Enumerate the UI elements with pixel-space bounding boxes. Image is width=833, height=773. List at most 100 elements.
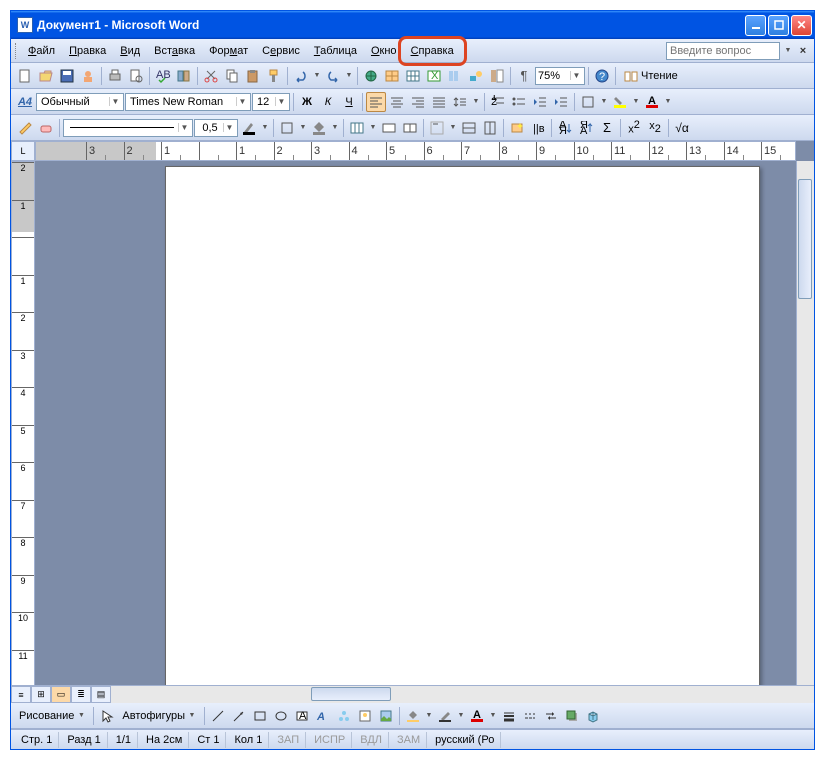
vertical-scrollbar[interactable] (796, 161, 814, 685)
oval-button[interactable] (271, 706, 291, 726)
format-painter-button[interactable] (264, 66, 284, 86)
drawing-menu-button[interactable]: Рисование▼ (15, 706, 90, 726)
decrease-indent-button[interactable] (530, 92, 550, 112)
style-combo[interactable]: Обычный▼ (36, 93, 124, 111)
eraser-button[interactable] (36, 118, 56, 138)
minimize-button[interactable] (745, 15, 766, 36)
underline-button[interactable]: Ч (339, 92, 359, 112)
cut-button[interactable] (201, 66, 221, 86)
bullets-button[interactable] (509, 92, 529, 112)
horizontal-scrollbar[interactable] (111, 686, 814, 703)
arrow-button[interactable] (229, 706, 249, 726)
scrollbar-thumb[interactable] (311, 687, 391, 701)
status-ext[interactable]: ВДЛ (354, 732, 389, 748)
align-center-button[interactable] (387, 92, 407, 112)
horizontal-ruler[interactable]: 3 2 1 1 2 3 4 5 6 7 8 9 10 11 12 13 14 1… (35, 141, 796, 161)
increase-indent-button[interactable] (551, 92, 571, 112)
line-spacing-button[interactable] (450, 92, 470, 112)
styles-pane-button[interactable]: A4 (15, 92, 35, 112)
research-button[interactable] (174, 66, 194, 86)
redo-dropdown[interactable]: ▼ (344, 72, 354, 79)
align-left-button[interactable] (366, 92, 386, 112)
ruler-corner[interactable]: L (11, 141, 35, 161)
clipart-button[interactable] (355, 706, 375, 726)
outside-border-button[interactable] (277, 118, 297, 138)
dash-style-button[interactable] (520, 706, 540, 726)
menu-insert[interactable]: Вставка (147, 42, 202, 60)
cell-align-dropdown[interactable]: ▼ (448, 124, 458, 131)
merge-cells-button[interactable] (379, 118, 399, 138)
insert-table-button2[interactable] (347, 118, 367, 138)
autoformat-button[interactable] (507, 118, 527, 138)
text-direction-button[interactable]: ||в (528, 118, 548, 138)
highlight-button[interactable] (610, 92, 630, 112)
line-color-button[interactable] (435, 706, 455, 726)
excel-button[interactable]: X (424, 66, 444, 86)
show-formatting-button[interactable]: ¶ (514, 66, 534, 86)
print-button[interactable] (105, 66, 125, 86)
line-style-button[interactable] (499, 706, 519, 726)
maximize-button[interactable] (768, 15, 789, 36)
fill-color-button[interactable] (403, 706, 423, 726)
insert-picture-button[interactable] (376, 706, 396, 726)
split-cells-button[interactable] (400, 118, 420, 138)
menu-help[interactable]: Справка (404, 42, 461, 60)
menu-table[interactable]: Таблица (307, 42, 364, 60)
menu-file[interactable]: Файл (21, 42, 62, 60)
close-help-button[interactable]: × (796, 45, 810, 57)
font-color-button2[interactable]: A (467, 706, 487, 726)
insert-table-button[interactable] (403, 66, 423, 86)
diagram-button[interactable] (334, 706, 354, 726)
border-color-button[interactable] (239, 118, 259, 138)
open-button[interactable] (36, 66, 56, 86)
wordart-button[interactable]: A (313, 706, 333, 726)
subscript-button[interactable]: x2 (645, 118, 665, 138)
tables-borders-button[interactable] (382, 66, 402, 86)
print-layout-button[interactable]: ▭ (51, 686, 71, 703)
line-color-dropdown[interactable]: ▼ (456, 712, 466, 719)
shading-color-button[interactable] (309, 118, 329, 138)
font-color-dropdown[interactable]: ▼ (663, 98, 673, 105)
border-color-dropdown[interactable]: ▼ (260, 124, 270, 131)
autosum-button[interactable]: Σ (597, 118, 617, 138)
textbox-button[interactable]: A (292, 706, 312, 726)
status-lang[interactable]: русский (Ро (429, 732, 501, 748)
document-area[interactable] (35, 161, 796, 685)
line-spacing-dropdown[interactable]: ▼ (471, 98, 481, 105)
distribute-rows-button[interactable] (459, 118, 479, 138)
outline-view-button[interactable]: ≣ (71, 686, 91, 703)
undo-button[interactable] (291, 66, 311, 86)
columns-button[interactable] (445, 66, 465, 86)
close-button[interactable]: ✕ (791, 15, 812, 36)
question-dropdown-icon[interactable]: ▼ (783, 47, 793, 54)
hyperlink-button[interactable] (361, 66, 381, 86)
status-trk[interactable]: ИСПР (308, 732, 352, 748)
numbering-button[interactable]: 12 (488, 92, 508, 112)
font-size-combo[interactable]: 12▼ (252, 93, 290, 111)
sort-desc-button[interactable]: ЯА (576, 118, 596, 138)
font-color-dropdown2[interactable]: ▼ (488, 712, 498, 719)
undo-dropdown[interactable]: ▼ (312, 72, 322, 79)
reading-view-button[interactable]: ▤ (91, 686, 111, 703)
distribute-cols-button[interactable] (480, 118, 500, 138)
arrow-style-button[interactable] (541, 706, 561, 726)
draw-table-button[interactable] (15, 118, 35, 138)
line-weight-combo[interactable]: 0,5▼ (194, 119, 238, 137)
save-button[interactable] (57, 66, 77, 86)
permission-button[interactable] (78, 66, 98, 86)
align-right-button[interactable] (408, 92, 428, 112)
shadow-button[interactable] (562, 706, 582, 726)
border-dropdown[interactable]: ▼ (298, 124, 308, 131)
vertical-ruler[interactable]: 2 1 1 2 3 4 5 6 7 8 9 10 11 12 (11, 161, 35, 703)
redo-button[interactable] (323, 66, 343, 86)
normal-view-button[interactable]: ≡ (11, 686, 31, 703)
print-preview-button[interactable] (126, 66, 146, 86)
help-button[interactable]: ? (592, 66, 612, 86)
fill-color-dropdown[interactable]: ▼ (424, 712, 434, 719)
menu-window[interactable]: Окно (364, 42, 404, 60)
3d-button[interactable] (583, 706, 603, 726)
font-combo[interactable]: Times New Roman▼ (125, 93, 251, 111)
font-color-button[interactable]: A (642, 92, 662, 112)
reading-mode-button[interactable]: Чтение (619, 66, 682, 86)
scrollbar-thumb[interactable] (798, 179, 812, 299)
